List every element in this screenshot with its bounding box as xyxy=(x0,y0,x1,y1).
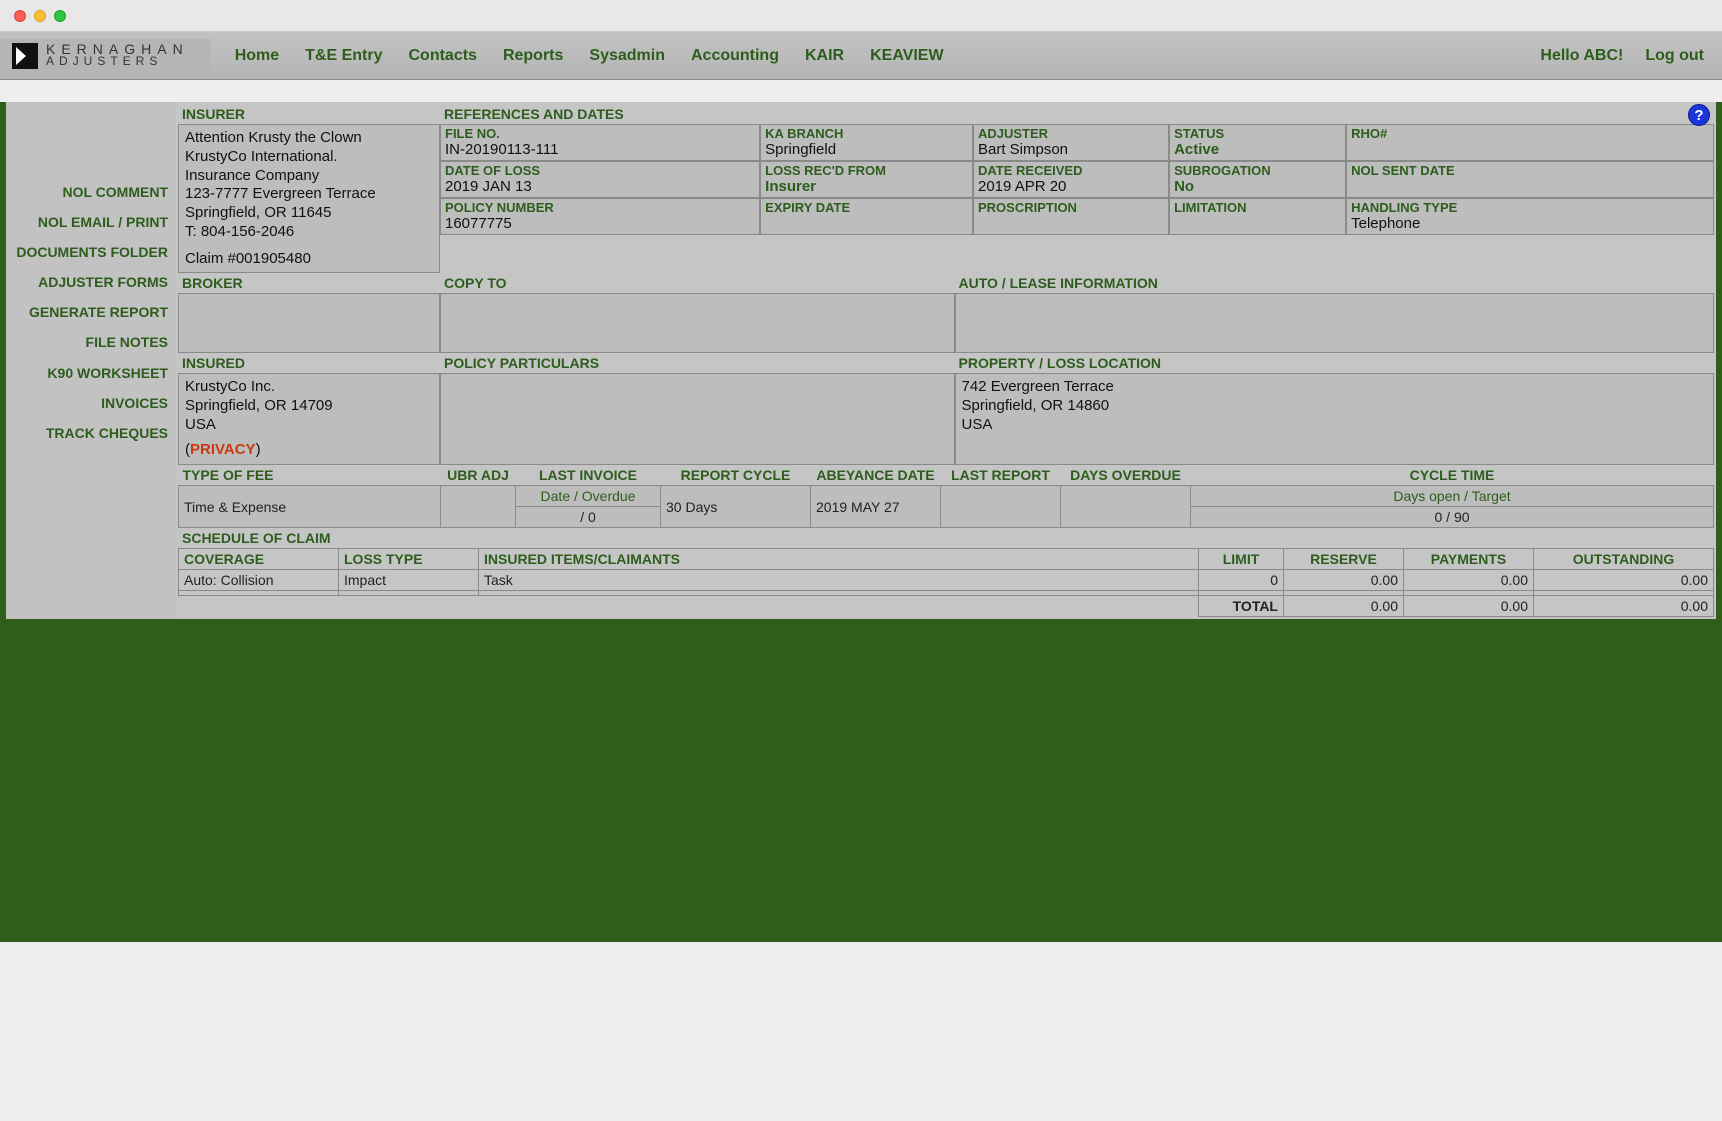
content: ? INSURER REFERENCES AND DATES Attention… xyxy=(176,102,1716,619)
total-payments: 0.00 xyxy=(1404,596,1534,617)
val-cycle-time-val: 0 / 90 xyxy=(1191,507,1714,528)
col-reserve: RESERVE xyxy=(1284,549,1404,570)
total-outstanding: 0.00 xyxy=(1534,596,1714,617)
val-last-invoice-dateoverdue: / 0 xyxy=(516,507,661,528)
header-insurer: INSURER xyxy=(178,104,440,124)
val-ubr-adj xyxy=(441,486,516,528)
nav-keaview[interactable]: KEAVIEW xyxy=(870,47,943,65)
total-reserve: 0.00 xyxy=(1284,596,1404,617)
cell-policy-number: POLICY NUMBER 16077775 xyxy=(440,198,760,235)
header-policy-particulars: POLICY PARTICULARS xyxy=(440,353,955,373)
cell-status: STATUS Active xyxy=(1169,124,1346,161)
cell-date-of-loss: DATE OF LOSS 2019 JAN 13 xyxy=(440,161,760,198)
metrics-table: TYPE OF FEE UBR ADJ LAST INVOICE REPORT … xyxy=(178,465,1714,528)
window-min-icon[interactable] xyxy=(34,10,46,22)
total-label: TOTAL xyxy=(1199,596,1284,617)
col-limit: LIMIT xyxy=(1199,549,1284,570)
header-property-loss: PROPERTY / LOSS LOCATION xyxy=(955,353,1715,373)
nav-reports[interactable]: Reports xyxy=(503,47,563,65)
window-chrome xyxy=(0,0,1722,32)
cell-loss-recd-from: LOSS REC'D FROM Insurer xyxy=(760,161,973,198)
user-area: Hello ABC! Log out xyxy=(1540,47,1704,65)
lbl-days-overdue: DAYS OVERDUE xyxy=(1061,465,1191,486)
col-insured-items: INSURED ITEMS/CLAIMANTS xyxy=(479,549,1199,570)
header-refs-dates: REFERENCES AND DATES xyxy=(440,104,628,124)
logout-link[interactable]: Log out xyxy=(1645,47,1704,65)
sidebar-documents-folder[interactable]: DOCUMENTS FOLDER xyxy=(16,244,168,260)
nav-accounting[interactable]: Accounting xyxy=(691,47,779,65)
brand: KERNAGHAN ADJUSTERS xyxy=(0,39,211,73)
cell-ka-branch: KA BRANCH Springfield xyxy=(760,124,973,161)
val-last-report xyxy=(941,486,1061,528)
lbl-ubr-adj: UBR ADJ xyxy=(441,465,516,486)
table-row[interactable]: Auto: Collision Impact Task 0 0.00 0.00 … xyxy=(179,570,1714,591)
nav-links: Home T&E Entry Contacts Reports Sysadmin… xyxy=(235,47,944,65)
cell-proscription: PROSCRIPTION xyxy=(973,198,1169,235)
lbl-abeyance: ABEYANCE DATE xyxy=(811,465,941,486)
col-loss-type: LOSS TYPE xyxy=(339,549,479,570)
cell-nol-sent-date: NOL SENT DATE xyxy=(1346,161,1714,198)
schedule-table: COVERAGE LOSS TYPE INSURED ITEMS/CLAIMAN… xyxy=(178,548,1714,617)
col-payments: PAYMENTS xyxy=(1404,549,1534,570)
privacy-link[interactable]: (PRIVACY) xyxy=(185,441,261,458)
nav-te-entry[interactable]: T&E Entry xyxy=(305,47,382,65)
col-outstanding: OUTSTANDING xyxy=(1534,549,1714,570)
header-insured: INSURED xyxy=(178,353,440,373)
cell-file-no: FILE NO. IN-20190113-111 xyxy=(440,124,760,161)
green-frame: NOL COMMENT NOL EMAIL / PRINT DOCUMENTS … xyxy=(0,102,1722,942)
cell-expiry-date: EXPIRY DATE xyxy=(760,198,973,235)
nav-sysadmin[interactable]: Sysadmin xyxy=(589,47,665,65)
nav-kair[interactable]: KAIR xyxy=(805,47,844,65)
hello-user: Hello ABC! xyxy=(1540,47,1623,65)
val-abeyance: 2019 MAY 27 xyxy=(811,486,941,528)
header-broker: BROKER xyxy=(178,273,440,293)
cell-rho: RHO# xyxy=(1346,124,1714,161)
sidebar-file-notes[interactable]: FILE NOTES xyxy=(86,334,168,350)
sidebar: NOL COMMENT NOL EMAIL / PRINT DOCUMENTS … xyxy=(6,102,176,619)
worksurface: NOL COMMENT NOL EMAIL / PRINT DOCUMENTS … xyxy=(6,102,1716,619)
cell-copy-to xyxy=(440,293,955,353)
cell-policy-particulars xyxy=(440,373,955,465)
brand-text: KERNAGHAN ADJUSTERS xyxy=(46,43,189,68)
cell-date-received: DATE RECEIVED 2019 APR 20 xyxy=(973,161,1169,198)
cell-auto-lease xyxy=(955,293,1715,353)
sidebar-invoices[interactable]: INVOICES xyxy=(101,395,168,411)
sidebar-nol-email-print[interactable]: NOL EMAIL / PRINT xyxy=(38,214,168,230)
lbl-type-of-fee: TYPE OF FEE xyxy=(179,465,441,486)
table-total-row: TOTAL 0.00 0.00 0.00 xyxy=(179,596,1714,617)
sidebar-track-cheques[interactable]: TRACK CHEQUES xyxy=(46,425,168,441)
val-days-overdue xyxy=(1061,486,1191,528)
header-auto-lease: AUTO / LEASE INFORMATION xyxy=(955,273,1715,293)
window-max-icon[interactable] xyxy=(54,10,66,22)
brand-logo-icon xyxy=(12,43,38,69)
lbl-cycle-time: CYCLE TIME xyxy=(1191,465,1714,486)
lbl-last-report: LAST REPORT xyxy=(941,465,1061,486)
cell-handling-type: HANDLING TYPE Telephone xyxy=(1346,198,1714,235)
val-last-invoice-sublabel: Date / Overdue xyxy=(516,486,661,507)
cell-limitation: LIMITATION xyxy=(1169,198,1346,235)
sidebar-generate-report[interactable]: GENERATE REPORT xyxy=(29,304,168,320)
cell-insured: KrustyCo Inc. Springfield, OR 14709 USA … xyxy=(178,373,440,465)
lbl-report-cycle: REPORT CYCLE xyxy=(661,465,811,486)
window-close-icon[interactable] xyxy=(14,10,26,22)
cell-adjuster: ADJUSTER Bart Simpson xyxy=(973,124,1169,161)
insurer-box: Attention Krusty the Clown KrustyCo Inte… xyxy=(178,124,440,273)
topbar: KERNAGHAN ADJUSTERS Home T&E Entry Conta… xyxy=(0,32,1722,80)
sidebar-adjuster-forms[interactable]: ADJUSTER FORMS xyxy=(38,274,168,290)
sidebar-nol-comment[interactable]: NOL COMMENT xyxy=(62,184,168,200)
help-icon[interactable]: ? xyxy=(1688,104,1710,126)
header-schedule: SCHEDULE OF CLAIM xyxy=(178,528,1714,548)
cell-property-loss: 742 Evergreen Terrace Springfield, OR 14… xyxy=(955,373,1715,465)
val-report-cycle: 30 Days xyxy=(661,486,811,528)
val-cycle-time-sublabel: Days open / Target xyxy=(1191,486,1714,507)
nav-home[interactable]: Home xyxy=(235,47,279,65)
cell-broker xyxy=(178,293,440,353)
sidebar-k90-worksheet[interactable]: K90 WORKSHEET xyxy=(47,365,168,381)
val-type-of-fee: Time & Expense xyxy=(179,486,441,528)
nav-contacts[interactable]: Contacts xyxy=(408,47,476,65)
col-coverage: COVERAGE xyxy=(179,549,339,570)
lbl-last-invoice: LAST INVOICE xyxy=(516,465,661,486)
cell-subrogation: SUBROGATION No xyxy=(1169,161,1346,198)
header-copy-to: COPY TO xyxy=(440,273,955,293)
